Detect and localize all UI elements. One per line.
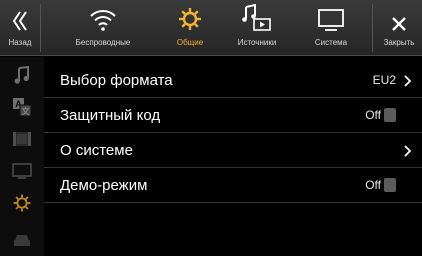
divider bbox=[372, 4, 373, 52]
monitor-icon bbox=[298, 0, 364, 34]
setting-title: Защитный код bbox=[60, 106, 161, 124]
sidebar: A 文 bbox=[0, 57, 44, 256]
chevron-right-icon bbox=[404, 144, 412, 162]
tab-label: Система bbox=[314, 38, 348, 47]
tab-label: Беспроводные bbox=[75, 38, 131, 47]
sidebar-item-vehicle[interactable] bbox=[0, 229, 44, 256]
setting-row-about-system[interactable]: О системе bbox=[44, 133, 422, 168]
back-icon bbox=[0, 0, 40, 34]
setting-title: О системе bbox=[60, 141, 133, 159]
divider bbox=[40, 4, 41, 52]
sidebar-item-video[interactable] bbox=[0, 125, 44, 157]
tab-back[interactable]: Назад bbox=[0, 0, 40, 56]
car-icon bbox=[12, 229, 32, 254]
settings-list: Выбор формата EU2 Защитный код Off О сис… bbox=[44, 63, 422, 203]
tab-label: Закрыть bbox=[383, 38, 415, 47]
setting-row-demo-mode: Демо-режим Off bbox=[44, 168, 422, 203]
close-icon bbox=[376, 0, 422, 34]
film-icon bbox=[12, 131, 32, 152]
setting-row-format[interactable]: Выбор формата EU2 bbox=[44, 63, 422, 98]
gear-icon bbox=[160, 0, 220, 34]
setting-title: Выбор формата bbox=[60, 71, 173, 89]
music-screen-icon bbox=[224, 0, 290, 34]
sidebar-item-display[interactable] bbox=[0, 157, 44, 189]
setting-title: Демо-режим bbox=[60, 176, 148, 194]
toggle-demo-mode[interactable]: Off bbox=[365, 178, 396, 192]
sidebar-item-general[interactable] bbox=[0, 189, 44, 221]
display-icon bbox=[11, 162, 33, 184]
tab-sources[interactable]: Источники bbox=[224, 0, 290, 56]
toggle-switch[interactable] bbox=[384, 178, 396, 192]
wifi-icon bbox=[54, 0, 152, 34]
setting-row-security-code: Защитный код Off bbox=[44, 98, 422, 133]
tab-label: Назад bbox=[8, 38, 32, 47]
sidebar-item-language[interactable]: A 文 bbox=[0, 93, 44, 125]
language-icon: A 文 bbox=[12, 97, 32, 122]
tab-close[interactable]: Закрыть bbox=[376, 0, 422, 56]
toggle-switch[interactable] bbox=[384, 108, 396, 122]
tab-label: Источники bbox=[237, 38, 277, 47]
toggle-state: Off bbox=[365, 178, 381, 192]
music-note-icon bbox=[14, 65, 30, 89]
chevron-right-icon bbox=[404, 74, 412, 92]
setting-value: EU2 bbox=[372, 73, 396, 87]
tab-general[interactable]: Общие bbox=[160, 0, 220, 56]
toggle-state: Off bbox=[365, 108, 381, 122]
top-navigation-bar: Назад Беспроводные Общие Источники Систе… bbox=[0, 0, 422, 56]
tab-system[interactable]: Система bbox=[298, 0, 364, 56]
gear-icon bbox=[12, 193, 32, 218]
sidebar-item-audio[interactable] bbox=[0, 61, 44, 93]
svg-text:文: 文 bbox=[22, 106, 30, 116]
tab-wireless[interactable]: Беспроводные bbox=[54, 0, 152, 56]
tab-label: Общие bbox=[176, 38, 204, 47]
toggle-security-code[interactable]: Off bbox=[365, 108, 396, 122]
